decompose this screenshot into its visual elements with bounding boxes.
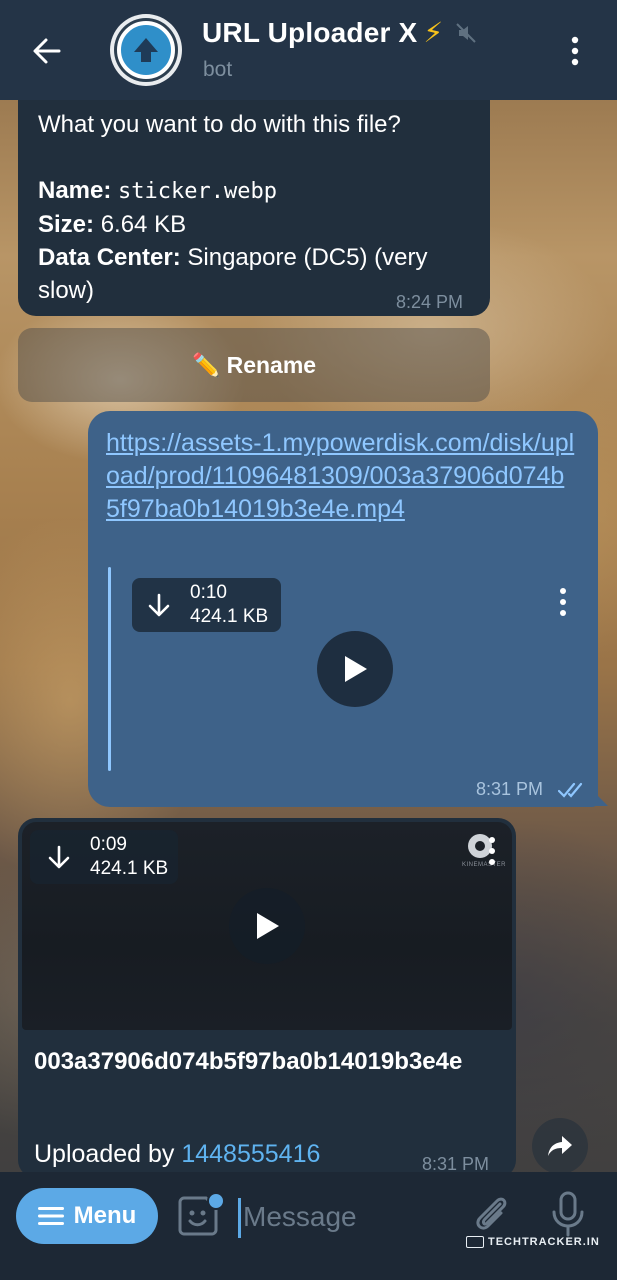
dc-label: Data Center:	[38, 244, 181, 271]
video-menu-button[interactable]	[487, 836, 499, 866]
double-check-icon	[558, 782, 583, 798]
lightning-emoji: ⚡	[423, 17, 444, 48]
name-value: sticker.webp	[118, 179, 277, 204]
video-thumbnail[interactable]: 0:09 424.1 KB KINEMASTER	[22, 822, 512, 1030]
kinemaster-text: KINEMASTER	[462, 862, 507, 868]
chat-subtitle: bot	[203, 58, 233, 81]
upload-arrow-icon	[134, 38, 158, 62]
video-url-link[interactable]: https://assets-1.mypowerdisk.com/disk/up…	[106, 427, 576, 526]
file-name-line: Name: sticker.webp	[38, 174, 470, 208]
attach-icon	[476, 1197, 507, 1230]
telegram-chat-screen: URL Uploader X ⚡ bot What you want to do …	[0, 0, 617, 1280]
name-label: Name:	[38, 177, 112, 204]
bot-avatar[interactable]	[110, 14, 182, 86]
chat-title[interactable]: URL Uploader X ⚡	[202, 16, 477, 49]
system-nav-strip	[0, 1258, 617, 1280]
uploaded-video-message[interactable]: 0:09 424.1 KB KINEMASTER 003a37906d074b5…	[18, 818, 516, 1178]
video-duration: 0:09	[90, 834, 127, 855]
video-size: 424.1 KB	[190, 606, 269, 627]
rename-label: Rename	[226, 351, 317, 378]
uploader-id-link[interactable]: 1448555416	[181, 1140, 320, 1168]
preview-accent-bar	[108, 567, 111, 771]
video-menu-button[interactable]	[558, 587, 572, 617]
site-watermark: TECHTRACKER.IN	[466, 1236, 600, 1248]
chat-header: URL Uploader X ⚡ bot	[0, 0, 617, 100]
uploaded-by-line: Uploaded by 1448555416	[34, 1140, 320, 1169]
outgoing-link-message[interactable]: https://assets-1.mypowerdisk.com/disk/up…	[88, 411, 598, 807]
more-vert-icon	[489, 837, 495, 865]
file-size-line: Size: 6.64 KB	[38, 208, 470, 241]
video-duration: 0:10	[190, 582, 227, 603]
message-input[interactable]	[243, 1194, 453, 1240]
more-vert-icon	[560, 588, 566, 616]
menu-icon	[37, 1207, 64, 1225]
muted-icon	[456, 22, 477, 43]
file-info-message[interactable]: What you want to do with this file? Name…	[18, 88, 490, 316]
video-download-chip[interactable]: 0:10 424.1 KB	[132, 578, 281, 632]
sticker-notification-dot	[207, 1192, 225, 1210]
more-options-button[interactable]	[552, 28, 598, 74]
attach-button[interactable]	[470, 1192, 518, 1240]
video-size: 424.1 KB	[90, 858, 169, 879]
play-button[interactable]	[229, 888, 305, 964]
file-question: What you want to do with this file?	[38, 111, 401, 138]
watermark-text: TECHTRACKER.IN	[488, 1236, 600, 1248]
bubble-tail	[592, 790, 608, 806]
download-arrow-icon	[148, 593, 170, 617]
mic-icon	[552, 1191, 584, 1237]
forward-icon	[548, 1136, 572, 1156]
size-value: 6.64 KB	[100, 211, 187, 238]
video-download-chip[interactable]: 0:09 424.1 KB	[30, 830, 178, 884]
video-file-title: 003a37906d074b5f97ba0b14019b3e4e	[34, 1048, 463, 1075]
back-button[interactable]	[18, 22, 76, 80]
voice-message-button[interactable]	[548, 1190, 596, 1242]
play-icon	[257, 913, 279, 939]
message-time: 8:24 PM	[396, 292, 464, 312]
download-arrow-icon	[48, 845, 70, 869]
text-caret	[238, 1198, 241, 1238]
rename-button[interactable]: ✏️ Rename	[18, 328, 490, 402]
bot-menu-button[interactable]: Menu	[16, 1188, 158, 1244]
chat-title-text: URL Uploader X	[202, 16, 418, 48]
more-vert-icon	[571, 36, 579, 66]
menu-label: Menu	[73, 1202, 137, 1229]
watermark-logo-icon	[466, 1236, 484, 1248]
size-label: Size:	[38, 211, 95, 238]
message-time: 8:31 PM	[476, 779, 544, 799]
back-arrow-icon	[33, 38, 61, 64]
pencil-emoji: ✏️	[191, 351, 221, 378]
play-icon	[345, 656, 367, 682]
uploaded-by-label: Uploaded by	[34, 1140, 175, 1168]
forward-button[interactable]	[532, 1118, 588, 1174]
play-button[interactable]	[317, 631, 393, 707]
